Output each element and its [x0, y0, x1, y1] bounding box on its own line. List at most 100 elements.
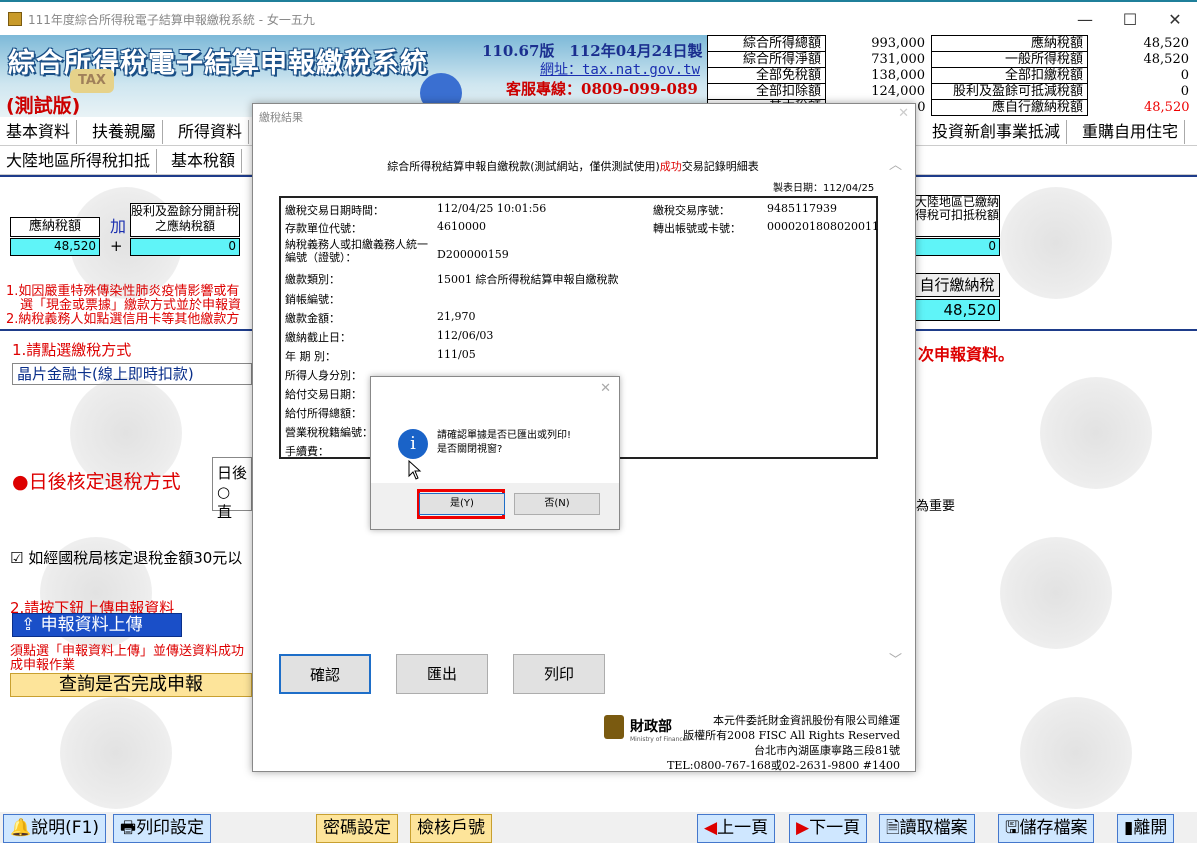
- receipt-field-label: 年 期 別：: [285, 350, 336, 363]
- save-file-button[interactable]: 🖫儲存檔案: [998, 814, 1095, 843]
- summary-label: 一般所得稅額: [931, 51, 1088, 68]
- receipt-heading: 綜合所得稅結算申報自繳稅款(測試網站，僅供測試使用)成功交易記錄明細表: [387, 160, 759, 173]
- receipt-field-label: 繳稅交易序號：: [653, 204, 730, 217]
- summary-value: 48,520: [1143, 51, 1190, 67]
- receipt-field-label: 所得人身分別：: [285, 369, 362, 382]
- plus-word: 加: [110, 217, 127, 236]
- self-pay-value: 48,520: [914, 299, 1000, 321]
- summary-value: 993,000: [871, 35, 925, 51]
- tab-startup-investment[interactable]: 投資新創事業抵減: [926, 120, 1068, 144]
- upload-icon: ⇪: [21, 615, 41, 635]
- bottom-toolbar: 🔔說明(F1) 🖶列印設定 密碼設定 檢核戶號 ◀上一頁 ▶下一頁 🗎讀取檔案 …: [0, 812, 1197, 843]
- read-file-button[interactable]: 🗎讀取檔案: [879, 814, 975, 843]
- summary-right-table: 應納稅額 48,520 一般所得稅額 48,520 全部扣繳稅額 0 股利及盈餘可抵減稅額 0…: [931, 35, 1194, 116]
- watermark-icon: [1000, 537, 1112, 649]
- arrow-left-icon: ◀: [704, 818, 718, 838]
- tab-home-repurchase[interactable]: 重購自用住宅: [1076, 120, 1186, 144]
- refund-checkbox[interactable]: ☑ 如經國稅局核定退稅金額30元以: [10, 547, 242, 568]
- export-button[interactable]: 匯出: [396, 654, 488, 694]
- summary-label: 全部扣除額: [707, 83, 826, 100]
- refund-method-box: 日後 ○ 直: [212, 457, 252, 521]
- mainland-credit-value: 0: [914, 238, 1000, 256]
- receipt-field-label: 營業稅稅籍編號：: [285, 426, 373, 439]
- step1-right-hint: 次申報資料。: [918, 345, 1015, 364]
- summary-value: 731,000: [871, 51, 925, 67]
- footer-line: 台北市內湖區康寧路三段81號: [754, 744, 900, 757]
- watermark-icon: [1000, 187, 1112, 299]
- tab-basic-info[interactable]: 基本資料: [0, 120, 78, 144]
- confirm-button[interactable]: 確認: [279, 654, 371, 694]
- summary-label: 全部免稅額: [707, 67, 826, 84]
- refund-right-note: 為重要: [916, 499, 956, 514]
- prev-page-button[interactable]: ◀上一頁: [697, 814, 776, 843]
- scroll-up-icon[interactable]: ︿: [889, 154, 902, 173]
- tab-basic-tax[interactable]: 基本稅額: [165, 149, 243, 173]
- close-button[interactable]: ✕: [1152, 4, 1197, 35]
- receipt-field-value: 0000201808020011: [767, 220, 879, 233]
- arrow-right-icon: ▶: [796, 818, 810, 838]
- mainland-credit-label: 大陸地區已繳納得稅可扣抵稅額: [914, 195, 1000, 237]
- plus-sign: +: [110, 237, 123, 255]
- yes-button[interactable]: 是(Y): [419, 493, 505, 515]
- test-version-label: (測試版): [6, 95, 81, 117]
- help-button[interactable]: 🔔說明(F1): [3, 814, 107, 843]
- receipt-field-value: 4610000: [437, 220, 486, 233]
- website-link[interactable]: 網址：tax.nat.gov.tw: [540, 59, 700, 79]
- refund-method-label: ●日後核定退稅方式: [12, 471, 181, 493]
- file-open-icon: 🗎: [886, 818, 900, 838]
- receipt-field-value: 112/06/03: [437, 329, 494, 342]
- payment-method-select[interactable]: 晶片金融卡(線上即時扣款): [12, 363, 252, 385]
- receipt-field-value: 21,970: [437, 310, 476, 323]
- summary-label: 股利及盈餘可抵減稅額: [931, 83, 1088, 100]
- dialog-close-button[interactable]: ✕: [898, 106, 909, 121]
- receipt-field-label: 銷帳編號：: [285, 293, 340, 306]
- exit-button[interactable]: ▮離開: [1117, 814, 1175, 843]
- exit-door-icon: ▮: [1124, 818, 1134, 838]
- print-setup-button[interactable]: 🖶列印設定: [113, 814, 212, 843]
- summary-label: 應自行繳納稅額: [931, 99, 1088, 116]
- help-icon: 🔔: [10, 818, 32, 838]
- next-page-button[interactable]: ▶下一頁: [789, 814, 868, 843]
- title-bar: 111年度綜合所得稅電子結算申報繳稅系統 - 女一五九 — ☐ ✕: [0, 4, 1197, 35]
- upload-button[interactable]: ⇪ 申報資料上傳: [12, 613, 182, 637]
- password-setup-button[interactable]: 密碼設定: [316, 814, 398, 843]
- maximize-button[interactable]: ☐: [1107, 4, 1153, 35]
- version-label: 110.67版 112年04月24日製: [482, 42, 703, 60]
- summary-value: 138,000: [871, 67, 925, 83]
- dialog-scrollbar[interactable]: ︿ ﹀: [885, 148, 907, 668]
- query-status-button[interactable]: 查詢是否完成申報: [10, 673, 252, 697]
- receipt-field-label: 納稅義務人或扣繳義務人統一編號（證號）：: [285, 238, 428, 264]
- receipt-field-label: 手續費：: [285, 445, 329, 458]
- tab-dependents[interactable]: 扶養親屬: [86, 120, 164, 144]
- receipt-field-label: 給付交易日期：: [285, 388, 362, 401]
- tab-mainland-credit[interactable]: 大陸地區所得稅扣抵: [0, 149, 158, 173]
- info-icon: i: [398, 429, 428, 459]
- refund-radio[interactable]: ○ 直: [217, 483, 247, 522]
- print-button[interactable]: 列印: [513, 654, 605, 694]
- summary-value: 0: [1180, 67, 1189, 83]
- summary-label: 綜合所得總額: [707, 35, 826, 52]
- minimize-button[interactable]: —: [1062, 4, 1108, 35]
- receipt-field-value: D200000159: [437, 248, 509, 261]
- app-icon: [8, 12, 22, 26]
- messagebox-close-button[interactable]: ✕: [600, 381, 611, 396]
- messagebox-footer: 是(Y) 否(N): [371, 483, 619, 529]
- window-title: 111年度綜合所得稅電子結算申報繳稅系統 - 女一五九: [28, 13, 315, 27]
- due-tax-label: 應納稅額: [10, 217, 100, 237]
- receipt-field-value: 15001 綜合所得稅結算申報自繳稅款: [437, 273, 619, 286]
- no-button[interactable]: 否(N): [514, 493, 600, 515]
- tax-badge: TAX: [70, 69, 114, 93]
- step1-label: 1.請點選繳稅方式: [12, 341, 132, 359]
- receipt-field-label: 繳納截止日：: [285, 331, 351, 344]
- print-date: 製表日期：112/04/25: [773, 183, 875, 194]
- confirm-messagebox: ✕ i 請確認單據是否已匯出或列印! 是否關閉視窗? 是(Y) 否(N): [370, 376, 620, 530]
- receipt-field-label: 繳款金額：: [285, 312, 340, 325]
- tab-income[interactable]: 所得資料: [172, 120, 250, 144]
- note-1: 1.如因嚴重特殊傳染性肺炎疫情影響或有 選「現金或票據」繳款方式並於申報資 2.納稅…: [6, 284, 242, 327]
- receipt-field-value: 111/05: [437, 348, 476, 361]
- scroll-down-icon[interactable]: ﹀: [889, 649, 902, 668]
- footer-line: 本元件委託財金資訊股份有限公司維運: [713, 714, 900, 727]
- receipt-field-label: 給付所得總額：: [285, 407, 362, 420]
- verify-account-button[interactable]: 檢核戶號: [410, 814, 492, 843]
- step2-note: 須點選「申報資料上傳」並傳送資料成功 成申報作業: [10, 644, 245, 673]
